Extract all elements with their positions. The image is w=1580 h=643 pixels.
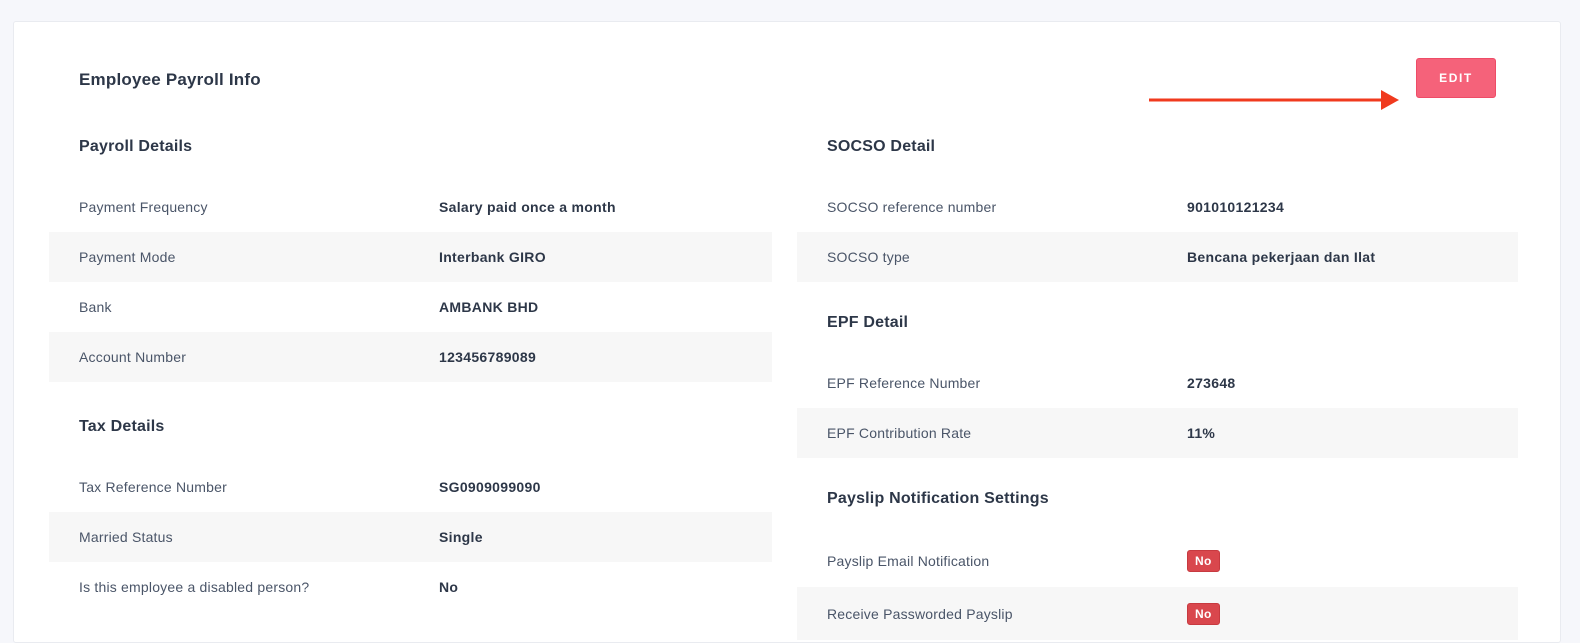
socso-detail-title: SOCSO Detail — [827, 138, 936, 155]
field-value: Interbank GIRO — [439, 249, 546, 265]
payroll-row-mode: Payment Mode Interbank GIRO — [49, 232, 772, 282]
payroll-row-account: Account Number 123456789089 — [49, 332, 772, 382]
field-label: SOCSO reference number — [827, 199, 997, 215]
field-value: AMBANK BHD — [439, 299, 539, 315]
epf-row-reference: EPF Reference Number 273648 — [797, 358, 1518, 408]
field-value: Single — [439, 529, 483, 545]
field-value: No — [439, 579, 459, 595]
payroll-row-bank: Bank AMBANK BHD — [49, 282, 772, 332]
field-label: EPF Reference Number — [827, 375, 981, 391]
field-value: No — [1187, 549, 1220, 572]
field-label: Bank — [79, 299, 112, 315]
payroll-info-card: Employee Payroll Info EDIT Payroll Detai… — [13, 21, 1561, 643]
field-label: Account Number — [79, 349, 187, 365]
edit-button[interactable]: EDIT — [1416, 58, 1496, 98]
socso-row-type: SOCSO type Bencana pekerjaan dan Ilat — [797, 232, 1518, 282]
status-badge: No — [1187, 602, 1220, 625]
tax-row-reference: Tax Reference Number SG0909099090 — [49, 462, 772, 512]
payroll-details-title: Payroll Details — [79, 138, 193, 155]
field-label: Payslip Email Notification — [827, 552, 990, 569]
field-value: Bencana pekerjaan dan Ilat — [1187, 249, 1376, 265]
field-label: Payment Mode — [79, 249, 176, 265]
socso-row-reference: SOCSO reference number 901010121234 — [797, 182, 1518, 232]
field-label: Payment Frequency — [79, 199, 208, 215]
field-label: Is this employee a disabled person? — [79, 579, 310, 595]
epf-detail-title: EPF Detail — [827, 314, 909, 331]
payslip-settings-title: Payslip Notification Settings — [827, 490, 1049, 507]
payslip-row-password: Receive Passworded Payslip No — [797, 587, 1518, 640]
tax-row-disabled: Is this employee a disabled person? No — [49, 562, 772, 612]
field-label: SOCSO type — [827, 249, 910, 265]
field-value: SG0909099090 — [439, 479, 541, 495]
page-title: Employee Payroll Info — [79, 70, 261, 89]
epf-row-rate: EPF Contribution Rate 11% — [797, 408, 1518, 458]
field-value: No — [1187, 602, 1220, 625]
status-badge: No — [1187, 549, 1220, 572]
field-label: Married Status — [79, 529, 173, 545]
field-label: Tax Reference Number — [79, 479, 227, 495]
field-label: EPF Contribution Rate — [827, 425, 972, 441]
payslip-row-email: Payslip Email Notification No — [797, 534, 1518, 587]
field-label: Receive Passworded Payslip — [827, 605, 1013, 622]
tax-row-married: Married Status Single — [49, 512, 772, 562]
field-value: 123456789089 — [439, 349, 537, 365]
tax-details-title: Tax Details — [79, 418, 165, 435]
field-value: Salary paid once a month — [439, 199, 616, 215]
field-value: 11% — [1187, 425, 1216, 441]
right-column: SOCSO Detail SOCSO reference number 9010… — [797, 132, 1518, 640]
arrow-right-icon — [1149, 90, 1399, 110]
payroll-row-frequency: Payment Frequency Salary paid once a mon… — [49, 182, 772, 232]
field-value: 273648 — [1187, 375, 1236, 391]
left-column: Payroll Details Payment Frequency Salary… — [49, 132, 772, 612]
field-value: 901010121234 — [1187, 199, 1285, 215]
